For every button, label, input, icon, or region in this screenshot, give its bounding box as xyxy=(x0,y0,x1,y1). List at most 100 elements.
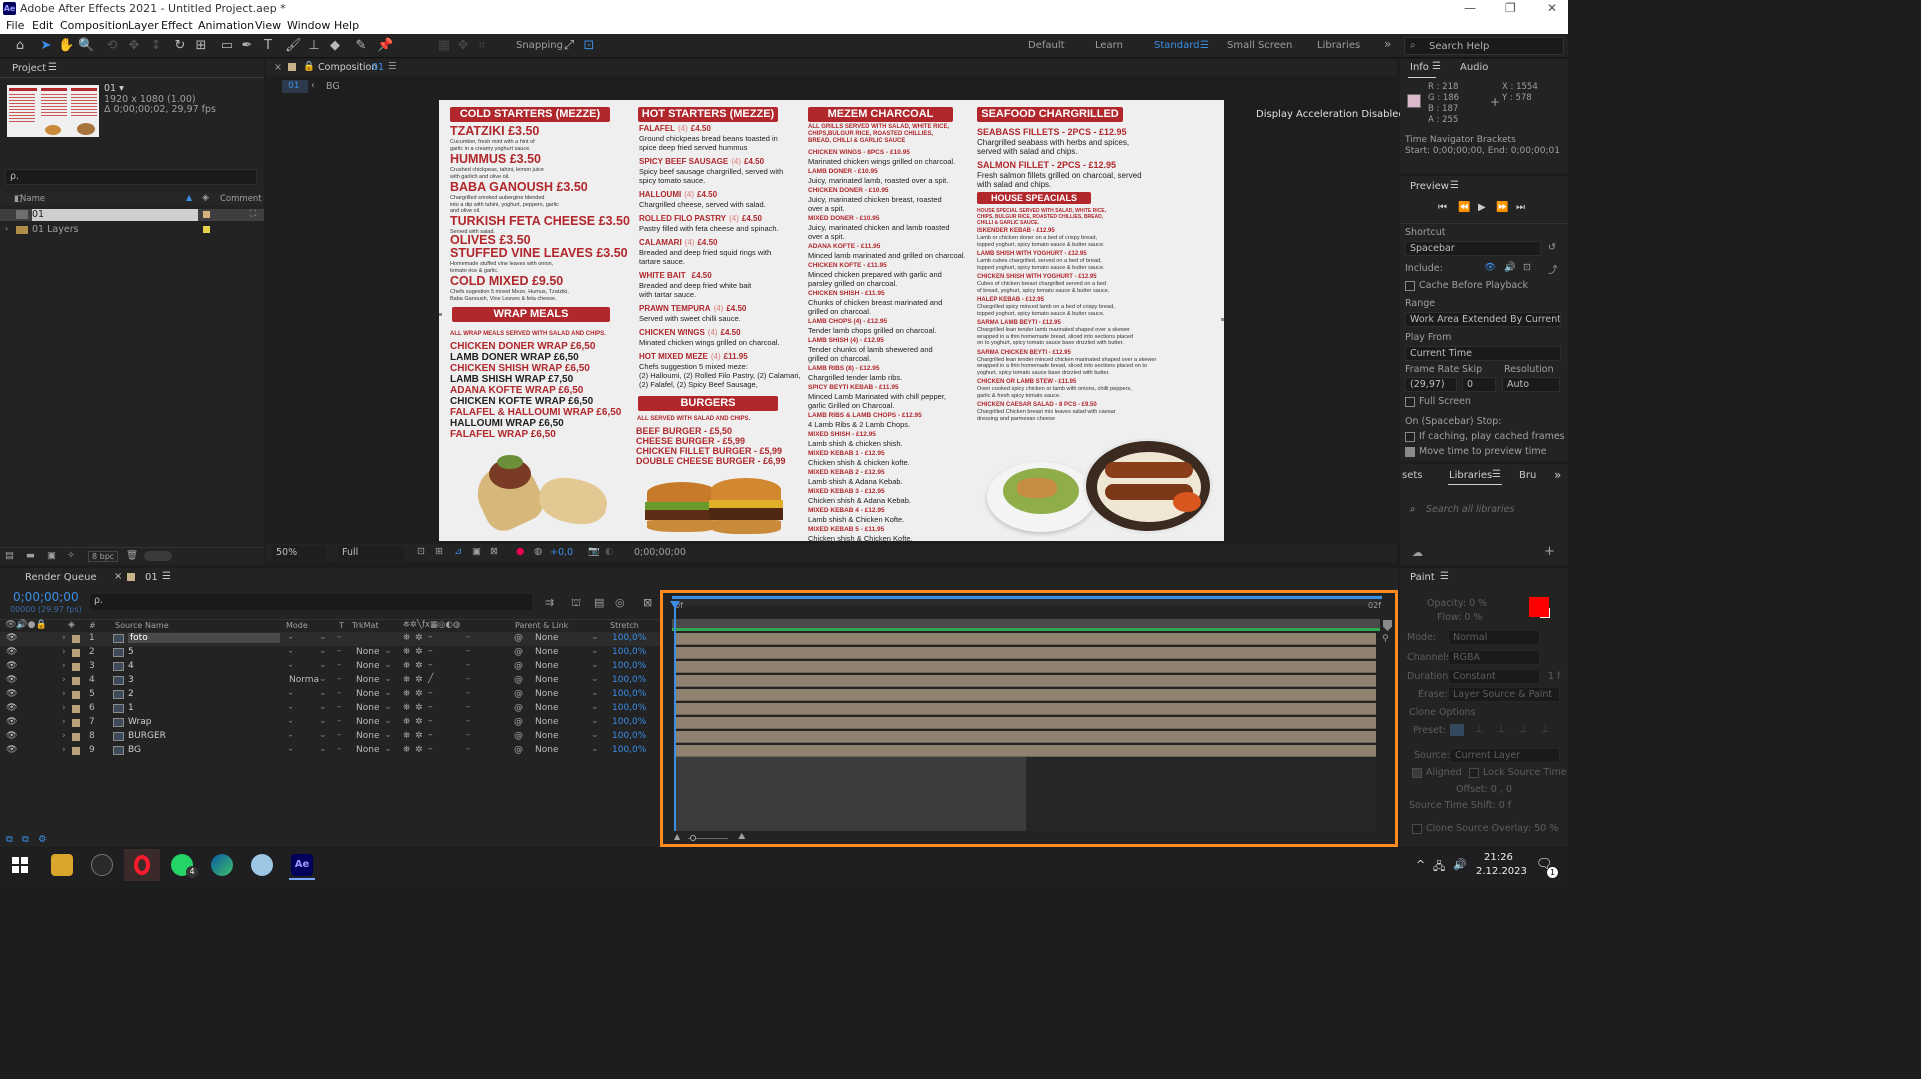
layer-visibility-icon[interactable]: 👁 xyxy=(6,731,17,741)
libraries-panel-menu-icon[interactable]: ☰ xyxy=(1492,469,1501,480)
trkmat-dropdown-icon[interactable]: ⌄ xyxy=(384,660,392,670)
tab-effects-presets[interactable]: sets xyxy=(1402,470,1423,481)
layer-trkmat-select[interactable]: None xyxy=(356,647,379,657)
next-frame-icon[interactable]: ⏩ xyxy=(1496,202,1508,213)
layer-shy-icon[interactable]: ⛯ xyxy=(403,717,410,727)
layer-stretch-value[interactable]: 100,0% xyxy=(612,717,646,727)
layer-expand-arrow-icon[interactable]: › xyxy=(62,703,66,713)
parent-dropdown-icon[interactable]: ⌄ xyxy=(591,730,599,740)
layer-name[interactable]: foto xyxy=(128,633,280,643)
workspace-menu-icon[interactable]: ☰ xyxy=(1200,40,1209,51)
layer-shy-icon[interactable]: ⛯ xyxy=(403,689,410,699)
clone-preset-2[interactable]: ⊥ xyxy=(1475,724,1483,735)
erase-select[interactable]: Layer Source & Paint xyxy=(1448,687,1560,702)
timeline-zoom-slider[interactable] xyxy=(690,835,696,841)
layer-preserve-transparency[interactable]: – xyxy=(337,646,342,656)
color-management-icon[interactable]: ◍ xyxy=(534,546,542,557)
layer-row[interactable]: 👁 › 6 1- ⌄ – None ⌄ ⛯ ✲ – – @ None ⌄ 100,0% xyxy=(0,702,660,716)
reset-icon[interactable]: ↺ xyxy=(1548,242,1556,253)
mode-dropdown-icon[interactable]: ⌄ xyxy=(319,632,327,642)
parent-dropdown-icon[interactable]: ⌄ xyxy=(591,660,599,670)
trkmat-dropdown-icon[interactable]: ⌄ xyxy=(384,688,392,698)
layer-expand-arrow-icon[interactable]: › xyxy=(62,675,66,685)
col-trkmat-header[interactable]: TrkMat xyxy=(352,621,379,630)
layer-parent-select[interactable]: None xyxy=(535,661,558,671)
current-time-display[interactable]: 0;00;00;00 xyxy=(634,547,686,558)
world-axis-icon[interactable]: ✥ xyxy=(455,38,471,54)
mode-dropdown-icon[interactable]: ⌄ xyxy=(319,716,327,726)
duration-frames[interactable]: 1 f xyxy=(1548,671,1560,682)
parent-pickwhip-icon[interactable]: @ xyxy=(514,647,523,657)
foreground-color-swatch[interactable] xyxy=(1529,597,1549,617)
close-tab-icon[interactable]: × xyxy=(274,62,282,73)
info-panel-menu-icon[interactable]: ☰ xyxy=(1432,61,1441,72)
layer-shy-icon[interactable]: ⛯ xyxy=(403,675,410,685)
layer-row[interactable]: 👁 › 5 2- ⌄ – None ⌄ ⛯ ✲ – – @ None ⌄ 100,0% xyxy=(0,688,660,702)
mode-dropdown-icon[interactable]: ⌄ xyxy=(319,702,327,712)
puppet-tool-icon[interactable]: 📌 xyxy=(377,38,393,54)
opacity-value[interactable]: Opacity: 0 % xyxy=(1427,598,1487,609)
col-t-header[interactable]: T xyxy=(339,621,344,630)
workspace-learn[interactable]: Learn xyxy=(1095,40,1123,51)
hand-tool-icon[interactable]: ✋ xyxy=(58,38,74,54)
parent-dropdown-icon[interactable]: ⌄ xyxy=(591,646,599,656)
toggle-switches-icon[interactable]: ⧉ xyxy=(6,834,13,845)
layer-name[interactable]: 3 xyxy=(128,675,134,685)
include-audio-icon[interactable]: 🔊 xyxy=(1504,262,1516,273)
layer-mode-select[interactable]: - xyxy=(289,717,292,727)
graph-editor-icon[interactable]: ⊠ xyxy=(643,596,652,609)
parent-pickwhip-icon[interactable]: @ xyxy=(514,703,523,713)
minimize-icon[interactable]: — xyxy=(1464,1,1476,15)
workspace-standard[interactable]: Standard xyxy=(1154,40,1200,51)
layer-visibility-icon[interactable]: 👁 xyxy=(6,745,17,755)
expand-arrow-icon[interactable]: › xyxy=(5,224,8,233)
layer-mode-select[interactable]: - xyxy=(289,661,292,671)
more-tabs-icon[interactable]: » xyxy=(1554,468,1561,482)
parent-dropdown-icon[interactable]: ⌄ xyxy=(591,674,599,684)
comp-panel-menu-icon[interactable]: ☰ xyxy=(388,61,397,72)
layer-visibility-icon[interactable]: 👁 xyxy=(6,647,17,657)
menu-effect[interactable]: Effect xyxy=(161,19,193,32)
layer-trkmat-select[interactable]: None xyxy=(356,745,379,755)
preview-panel-menu-icon[interactable]: ☰ xyxy=(1450,180,1459,191)
menu-edit[interactable]: Edit xyxy=(32,19,53,32)
layer-preserve-transparency[interactable]: – xyxy=(337,674,342,684)
layer-duration-bar[interactable] xyxy=(676,745,1376,757)
toggle-stretch-icon[interactable]: ⚙ xyxy=(38,834,47,845)
clone-preset-5[interactable]: ⊥ xyxy=(1541,724,1549,735)
trkmat-dropdown-icon[interactable]: ⌄ xyxy=(384,646,392,656)
clone-preset-4[interactable]: ⊥ xyxy=(1519,724,1527,735)
layer-quality-icon[interactable]: – xyxy=(428,730,433,740)
project-panel-menu-icon[interactable]: ☰ xyxy=(48,62,57,73)
layer-stretch-value[interactable]: 100,0% xyxy=(612,675,646,685)
local-axis-icon[interactable]: ▦ xyxy=(436,38,452,54)
mode-dropdown-icon[interactable]: ⌄ xyxy=(319,660,327,670)
eraser-tool-icon[interactable]: ◆ xyxy=(327,38,343,54)
project-item-name[interactable]: 01 ▾ xyxy=(104,83,124,94)
trkmat-dropdown-icon[interactable]: ⌄ xyxy=(384,716,392,726)
layer-parent-select[interactable]: None xyxy=(535,689,558,699)
timeline-search-input[interactable]: ρ. xyxy=(90,594,532,610)
layer-duration-bar[interactable] xyxy=(676,675,1376,687)
label-tag-icon[interactable]: ◈ xyxy=(202,193,209,203)
flowchart-icon[interactable]: ⛶ xyxy=(250,209,256,219)
exposure-value[interactable]: +0,0 xyxy=(550,547,573,558)
preview-tab[interactable]: Preview xyxy=(1410,181,1449,192)
zoom-out-icon[interactable]: ▲ xyxy=(674,832,680,841)
search-libraries-input[interactable]: Search all libraries xyxy=(1426,504,1514,515)
layer-row[interactable]: 👁 › 7 Wrap - ⌄ – None ⌄ ⛯ ✲ – – @ None ⌄ 100,0% xyxy=(0,716,660,730)
layer-row[interactable]: 👁 › 4 3 Norma ⌄ – None ⌄ ⛯ ✲ ╱ – @ None ⌄ 100,0% xyxy=(0,674,660,688)
layer-expand-arrow-icon[interactable]: › xyxy=(62,745,66,755)
layer-label-swatch[interactable] xyxy=(72,733,80,741)
layer-parent-select[interactable]: None xyxy=(535,717,558,727)
mask-visibility-icon[interactable]: ⊿ xyxy=(454,546,462,557)
layer-collapse-icon[interactable]: ✲ xyxy=(415,675,423,685)
layer-parent-select[interactable]: None xyxy=(535,675,558,685)
roto-brush-tool-icon[interactable]: ✎ xyxy=(353,38,369,54)
layer-trkmat-select[interactable]: None xyxy=(356,731,379,741)
type-tool-icon[interactable]: T xyxy=(260,38,276,54)
layer-shy-icon[interactable]: ⛯ xyxy=(403,661,410,671)
zoom-tool-icon[interactable]: 🔍 xyxy=(78,38,94,54)
interpret-footage-icon[interactable]: ▤ xyxy=(5,550,14,561)
cinebench-icon[interactable] xyxy=(91,854,113,876)
